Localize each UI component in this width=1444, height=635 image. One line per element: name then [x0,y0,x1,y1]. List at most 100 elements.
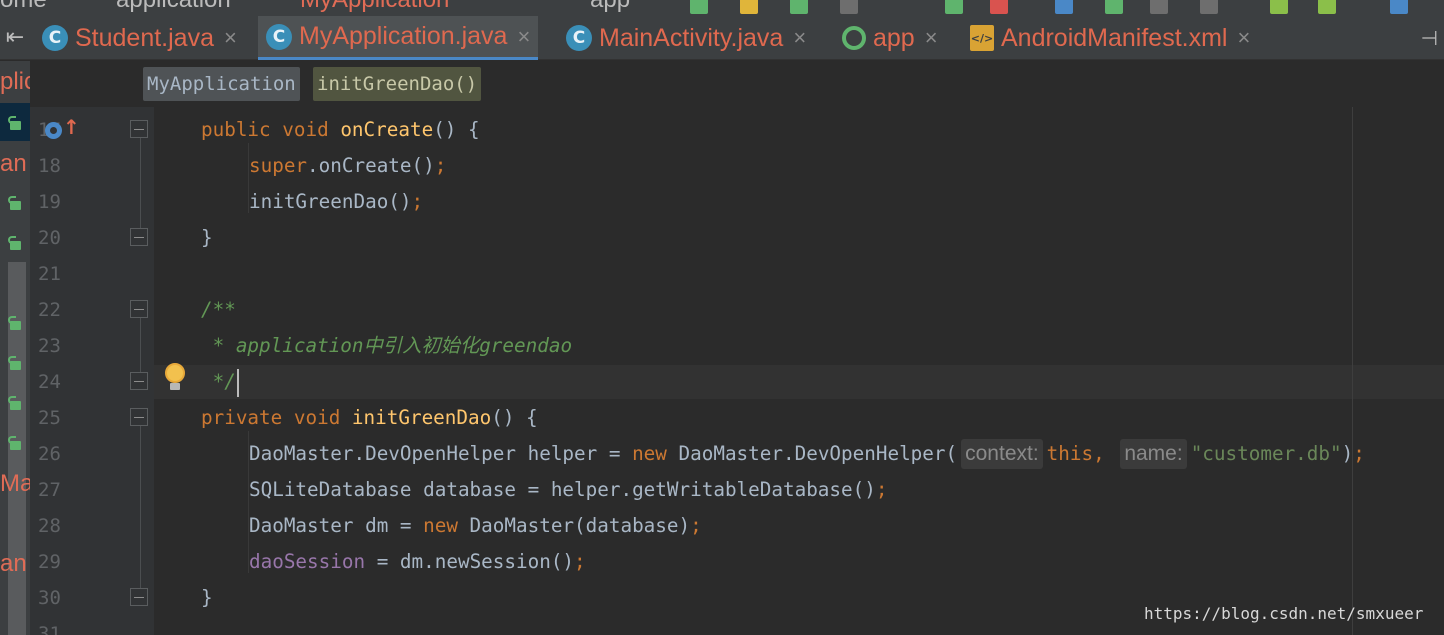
line-number: 21 [38,263,61,285]
project-panel: plic an Ma an [0,61,30,635]
android-avd-icon[interactable] [1270,0,1288,14]
nav-crumb-project[interactable]: ome [0,0,47,14]
lock-icon [8,116,22,130]
code-line-26: DaoMaster.DevOpenHelper helper = new Dao… [249,436,1365,472]
line-number: 28 [38,515,61,537]
close-icon[interactable]: × [1237,25,1250,51]
code-line-23: * application中引入初始化greendao [201,334,573,357]
fold-collapse-icon[interactable] [130,120,150,138]
lock-icon [8,316,22,330]
tab-overflow-icon[interactable]: ⊣ [1421,16,1438,60]
nav-crumb-file[interactable]: MyApplication [300,0,449,14]
project-item-label[interactable]: an [0,550,27,578]
lock-icon [8,236,22,250]
fold-end-icon[interactable] [130,588,150,606]
line-number: 30 [38,587,61,609]
watermark-url: https://blog.csdn.net/smxueer [1144,604,1424,623]
java-class-icon: C [566,25,592,51]
debug-icon[interactable] [790,0,808,14]
close-icon[interactable]: × [224,25,237,51]
stop-icon[interactable] [990,0,1008,14]
code-line-27: SQLiteDatabase database = helper.getWrit… [249,478,888,501]
sdk-manager-icon[interactable] [1105,0,1123,14]
android-sdk-icon[interactable] [1318,0,1336,14]
close-icon[interactable]: × [517,24,530,50]
xml-manifest-icon: </> [970,25,994,51]
code-line-30: } [201,586,213,609]
line-number: 27 [38,479,61,501]
fold-guide [140,425,141,595]
code-line-17: public void onCreate() { [201,118,480,141]
line-number: 31 [38,623,61,635]
line-number: 25 [38,407,61,429]
current-line-highlight [154,365,1444,399]
tab-myapplication-java[interactable]: C MyApplication.java × [258,16,539,60]
tab-scroll-left-icon[interactable]: ⇤ [0,16,30,60]
nav-crumb-module[interactable]: application [116,0,231,14]
fold-collapse-icon[interactable] [130,408,150,426]
layout-inspector-icon[interactable] [1150,0,1168,14]
code-line-28: DaoMaster dm = new DaoMaster(database); [249,514,702,537]
param-hint-name: name: [1120,439,1187,469]
line-number: 26 [38,443,61,465]
fold-end-icon[interactable] [130,228,150,246]
app-module-icon [842,26,866,50]
code-line-29: daoSession = dm.newSession(); [249,550,586,573]
profile-icon[interactable] [840,0,858,14]
fold-collapse-icon[interactable] [130,300,150,318]
project-item-label[interactable]: an [0,150,27,178]
download-icon[interactable] [1055,0,1073,14]
java-class-icon: C [266,23,292,50]
lock-icon [8,356,22,370]
run-config-selector[interactable]: app [590,0,630,14]
param-hint-context: context: [961,439,1043,469]
override-method-icon[interactable]: ↑ [45,117,80,141]
breadcrumb-method[interactable]: initGreenDao() [313,67,482,101]
project-item-label[interactable]: plic [0,68,30,96]
code-line-19: initGreenDao(); [249,190,424,213]
line-number: 20 [38,227,61,249]
code-breadcrumb: MyApplication initGreenDao() [30,61,1444,107]
line-number: 22 [38,299,61,321]
lock-icon [8,436,22,450]
code-line-22: /** [201,298,236,321]
project-structure-icon[interactable] [1390,0,1408,14]
line-number: 24 [38,371,61,393]
apply-changes-icon[interactable] [740,0,758,14]
fold-guide [140,137,141,235]
lock-icon [8,196,22,210]
editor-gutter: 17 18 19 20 21 22 23 24 25 26 27 28 29 3… [30,107,154,635]
line-number: 29 [38,551,61,573]
close-icon[interactable]: × [793,25,806,51]
close-icon[interactable]: × [925,25,938,51]
main-toolbar: ome application MyApplication app [0,0,1444,16]
fold-guide [140,317,141,377]
line-number: 18 [38,155,61,177]
right-margin-guide [1352,107,1353,635]
tab-label: AndroidManifest.xml [1001,23,1228,52]
tab-label: app [873,23,915,52]
project-item-label[interactable]: Ma [0,470,30,498]
lightbulb-icon[interactable] [162,361,188,393]
sync-icon[interactable] [945,0,963,14]
editor-tab-bar: ⇤ C Student.java × C MyApplication.java … [0,16,1444,60]
line-number: 19 [38,191,61,213]
code-line-18: super.onCreate(); [249,154,447,177]
java-class-icon: C [42,25,68,51]
fold-end-icon[interactable] [130,372,150,390]
code-editor[interactable]: public void onCreate() { super.onCreate(… [154,107,1444,635]
tab-mainactivity-java[interactable]: C MainActivity.java × [558,16,814,60]
code-line-24: */ [201,364,239,400]
text-caret [236,368,239,397]
lock-icon [8,396,22,410]
tab-label: MainActivity.java [599,23,784,52]
code-line-20: } [201,226,213,249]
tab-label: MyApplication.java [299,22,508,50]
tab-student-java[interactable]: C Student.java × [34,16,245,60]
breadcrumb-class[interactable]: MyApplication [143,67,300,101]
code-line-25: private void initGreenDao() { [201,406,538,429]
tab-app[interactable]: app × [834,16,946,60]
device-monitor-icon[interactable] [1200,0,1218,14]
tab-androidmanifest-xml[interactable]: </> AndroidManifest.xml × [962,16,1258,60]
run-icon[interactable] [690,0,708,14]
